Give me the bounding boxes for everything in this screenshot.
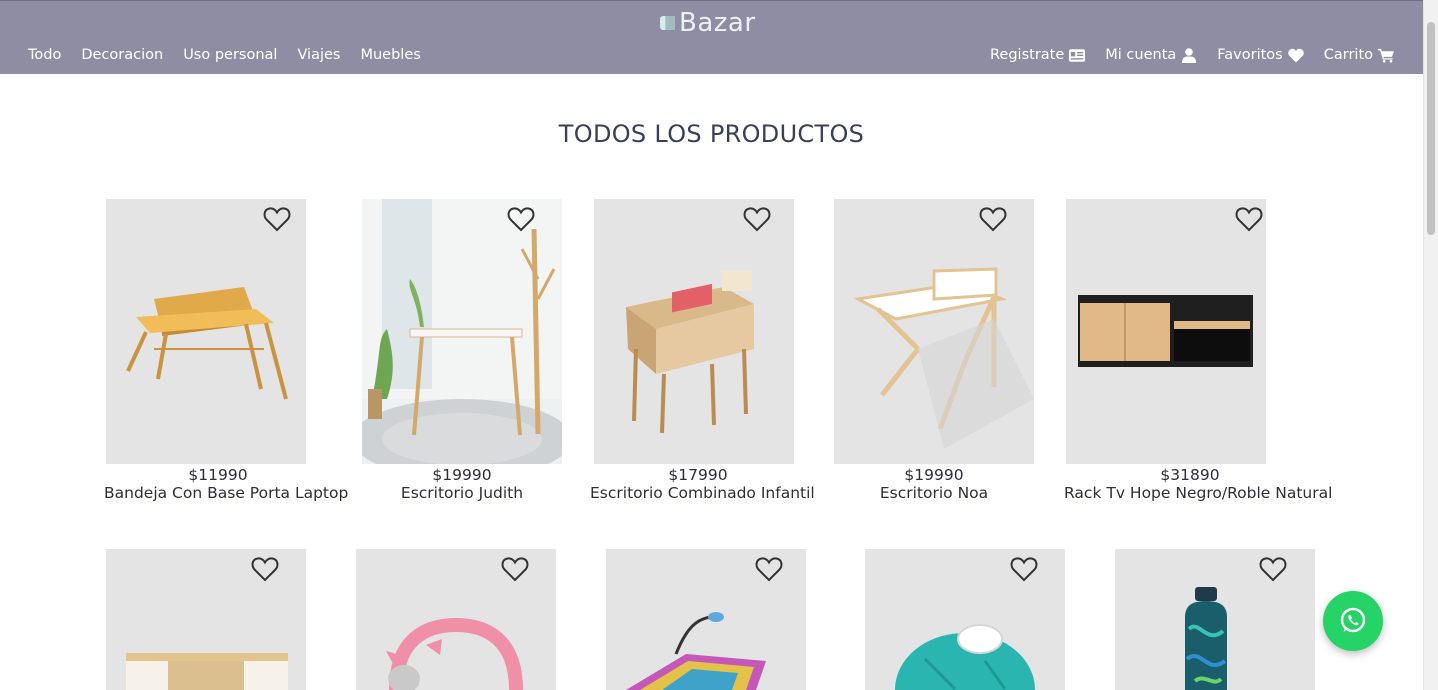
category-nav: Todo Decoracion Uso personal Viajes Mueb… (28, 47, 421, 63)
product-card[interactable] (1115, 549, 1315, 690)
favorite-heart-icon[interactable] (1259, 556, 1287, 582)
product-name[interactable]: Rack Tv Hope Negro/Roble Natural (1064, 484, 1332, 502)
favorite-heart-icon[interactable] (251, 556, 279, 582)
product-card[interactable] (865, 549, 1065, 690)
product-name[interactable]: Bandeja Con Base Porta Laptop (104, 484, 348, 502)
product-card[interactable]: $19990 Escritorio Noa (834, 199, 1034, 502)
nav-registrate-label: Registrate (990, 47, 1065, 63)
product-card[interactable]: $19990 Escritorio Judith (362, 199, 562, 502)
cart-icon (1378, 48, 1394, 63)
favorite-heart-icon[interactable] (755, 556, 783, 582)
product-price: $19990 (904, 466, 964, 484)
product-image-white-desk[interactable] (834, 199, 1034, 464)
id-card-icon (1069, 48, 1086, 62)
nav-viajes[interactable]: Viajes (297, 47, 340, 63)
nav-muebles[interactable]: Muebles (360, 47, 420, 63)
product-image-desk-room[interactable] (362, 199, 562, 464)
nav-uso-personal[interactable]: Uso personal (183, 47, 277, 63)
product-card[interactable] (106, 549, 306, 690)
nav-decoracion[interactable]: Decoracion (81, 47, 163, 63)
favorite-heart-icon[interactable] (979, 206, 1007, 232)
logo-mark-icon (660, 13, 678, 33)
nav-carrito[interactable]: Carrito (1324, 47, 1394, 63)
product-image-cabinet[interactable] (106, 549, 306, 690)
whatsapp-icon (1340, 607, 1366, 633)
product-card[interactable] (606, 549, 806, 690)
product-name[interactable]: Escritorio Combinado Infantil (590, 484, 815, 502)
favorite-heart-icon[interactable] (263, 206, 291, 232)
nav-favoritos-label: Favoritos (1217, 47, 1283, 63)
page-title: TODOS LOS PRODUCTOS (558, 120, 865, 148)
favorite-heart-icon[interactable] (1010, 556, 1038, 582)
product-name[interactable]: Escritorio Noa (834, 484, 1034, 502)
product-card[interactable]: $17990 Escritorio Combinado Infantil (590, 199, 815, 502)
favorite-heart-icon[interactable] (1235, 206, 1263, 232)
account-nav: Registrate Mi cuenta Favoritos Carrito (990, 47, 1394, 63)
product-image-kids-desk[interactable] (594, 199, 794, 464)
top-navbar: Bazar Todo Decoracion Uso personal Viaje… (0, 0, 1423, 74)
favorite-heart-icon[interactable] (507, 206, 535, 232)
product-image-lap-tray-lamp[interactable] (606, 549, 806, 690)
nav-todo[interactable]: Todo (28, 47, 61, 63)
product-name[interactable]: Escritorio Judith (362, 484, 562, 502)
product-image-laptop-tray[interactable] (106, 199, 306, 464)
product-card[interactable]: $31890 Rack Tv Hope Negro/Roble Natural (1064, 199, 1332, 502)
user-icon (1182, 47, 1197, 63)
brand-logo[interactable]: Bazar (660, 5, 756, 41)
product-image-cat-ear-headphones[interactable] (356, 549, 556, 690)
scrollbar-thumb[interactable] (1427, 22, 1435, 235)
product-price: $17990 (668, 466, 728, 484)
nav-mi-cuenta-label: Mi cuenta (1105, 47, 1177, 63)
favorite-heart-icon[interactable] (501, 556, 529, 582)
nav-registrate[interactable]: Registrate (990, 47, 1086, 63)
heart-icon (1288, 48, 1304, 62)
product-card[interactable] (356, 549, 556, 690)
product-card[interactable]: $11990 Bandeja Con Base Porta Laptop (104, 199, 348, 502)
product-price: $11990 (188, 466, 248, 484)
page-scrollbar[interactable] (1423, 0, 1438, 690)
product-price: $19990 (432, 466, 492, 484)
nav-favoritos[interactable]: Favoritos (1217, 47, 1304, 63)
product-image-tv-rack[interactable] (1066, 199, 1266, 464)
whatsapp-button[interactable] (1323, 591, 1383, 651)
product-price: $31890 (1160, 466, 1220, 484)
product-image-ice-bag[interactable] (865, 549, 1065, 690)
nav-mi-cuenta[interactable]: Mi cuenta (1105, 47, 1197, 63)
nav-carrito-label: Carrito (1323, 47, 1373, 63)
favorite-heart-icon[interactable] (743, 206, 771, 232)
product-image-water-bottle[interactable] (1115, 549, 1315, 690)
brand-name: Bazar (679, 8, 756, 38)
